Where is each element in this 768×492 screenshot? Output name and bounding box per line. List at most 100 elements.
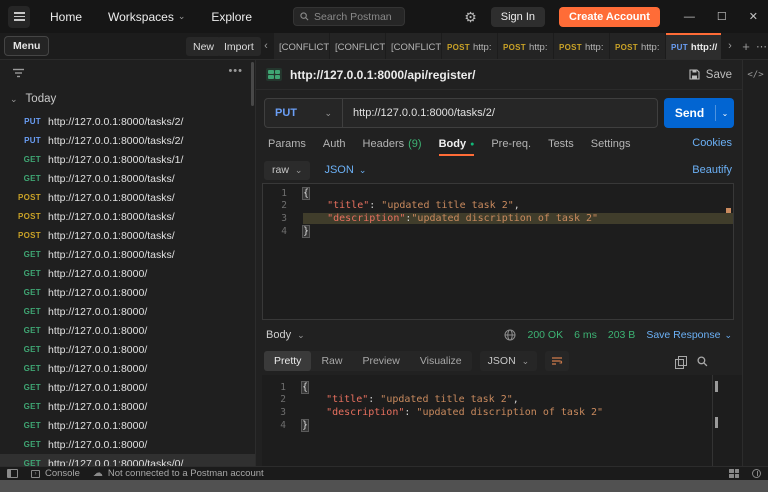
maximize-icon[interactable]: ☐ (717, 10, 727, 23)
request-tab[interactable]: POSThttp: (442, 33, 497, 59)
status-code[interactable]: 200 OK (527, 329, 563, 341)
response-format-dropdown[interactable]: JSON ⌄ (480, 351, 538, 371)
tab-options-icon[interactable]: ⋯ (754, 33, 768, 59)
tab-prereq[interactable]: Pre-req. (491, 132, 531, 156)
nav-explore[interactable]: Explore (211, 10, 252, 24)
response-size[interactable]: 203 B (608, 329, 635, 341)
history-group-today[interactable]: ⌄ Today (0, 90, 56, 108)
copy-icon[interactable] (675, 356, 685, 367)
code-line[interactable]: 3 "description": "updated discription of… (262, 406, 742, 419)
code-line[interactable]: 2 "title": "updated title task 2", (263, 200, 733, 213)
code-snippet-icon[interactable]: </> (746, 70, 766, 80)
body-format-dropdown[interactable]: JSON ⌄ (324, 164, 366, 176)
code-line[interactable]: 2 "title": "updated title task 2", (262, 394, 742, 407)
chevron-down-icon: ⌄ (295, 165, 303, 176)
scroll-tabs-left-icon[interactable]: ‹ (258, 33, 274, 59)
code-line[interactable]: 4} (263, 225, 733, 238)
history-item[interactable]: GEThttp://127.0.0.1:8000/ (0, 416, 255, 435)
close-icon[interactable]: ✕ (749, 10, 758, 23)
code-line[interactable]: 4} (262, 419, 742, 432)
history-item[interactable]: PUThttp://127.0.0.1:8000/tasks/2/ (0, 131, 255, 150)
url-input[interactable]: http://127.0.0.1:8000/tasks/2/ (343, 107, 657, 119)
tab-auth[interactable]: Auth (323, 132, 346, 156)
view-preview[interactable]: Preview (352, 351, 409, 371)
view-pretty[interactable]: Pretty (264, 351, 311, 371)
add-tab-icon[interactable]: + (738, 33, 754, 59)
history-item[interactable]: GEThttp://127.0.0.1:8000/tasks/0/ (0, 454, 255, 466)
search-response-icon[interactable] (697, 356, 708, 367)
nav-workspaces[interactable]: Workspaces (108, 10, 174, 24)
history-item[interactable]: POSThttp://127.0.0.1:8000/tasks/ (0, 226, 255, 245)
toggle-sidebar-icon[interactable] (7, 469, 18, 478)
view-raw[interactable]: Raw (311, 351, 352, 371)
history-item[interactable]: POSThttp://127.0.0.1:8000/tasks/ (0, 188, 255, 207)
tab-settings[interactable]: Settings (591, 132, 631, 156)
cookies-link[interactable]: Cookies (692, 137, 732, 149)
code-line[interactable]: 1{ (262, 381, 742, 394)
history-item[interactable]: GEThttp://127.0.0.1:8000/ (0, 321, 255, 340)
history-item[interactable]: GEThttp://127.0.0.1:8000/tasks/ (0, 169, 255, 188)
response-time[interactable]: 6 ms (574, 329, 597, 341)
history-item[interactable]: GEThttp://127.0.0.1:8000/ (0, 340, 255, 359)
body-type-dropdown[interactable]: raw ⌄ (264, 161, 310, 180)
history-url: http://127.0.0.1:8000/tasks/ (48, 249, 175, 261)
history-item[interactable]: GEThttp://127.0.0.1:8000/ (0, 397, 255, 416)
runner-icon[interactable] (729, 469, 739, 478)
wrap-lines-button[interactable] (545, 351, 569, 371)
history-item[interactable]: GEThttp://127.0.0.1:8000/ (0, 283, 255, 302)
history-item[interactable]: GEThttp://127.0.0.1:8000/ (0, 264, 255, 283)
response-body-label: Body (266, 329, 291, 341)
request-tab[interactable]: [CONFLICT (386, 33, 441, 59)
new-button[interactable]: New (186, 37, 221, 56)
method-dropdown[interactable]: PUT ⌄ (265, 99, 343, 127)
history-item[interactable]: GEThttp://127.0.0.1:8000/ (0, 359, 255, 378)
tab-headers[interactable]: Headers (9) (363, 132, 422, 156)
response-body-viewer[interactable]: 1{2 "title": "updated title task 2",3 "d… (262, 375, 742, 466)
code-line[interactable]: 3 "description":"updated discription of … (263, 212, 733, 225)
request-tab[interactable]: POSThttp: (554, 33, 609, 59)
history-item[interactable]: GEThttp://127.0.0.1:8000/tasks/ (0, 245, 255, 264)
history-item[interactable]: GEThttp://127.0.0.1:8000/ (0, 435, 255, 454)
search-input[interactable] (314, 11, 394, 23)
menu-button[interactable]: Menu (4, 36, 49, 56)
trash-icon[interactable] (752, 469, 761, 478)
create-account-button[interactable]: Create Account (559, 7, 660, 27)
sign-in-button[interactable]: Sign In (491, 7, 545, 27)
response-body-dropdown[interactable]: Body ⌄ (266, 329, 305, 341)
hamburger-menu-icon[interactable] (8, 6, 30, 28)
console-button[interactable]: › Console (31, 468, 80, 479)
sidebar-scrollbar[interactable] (251, 62, 254, 106)
history-url: http://127.0.0.1:8000/ (48, 344, 147, 356)
gear-icon[interactable]: ⚙ (464, 10, 477, 24)
history-item[interactable]: GEThttp://127.0.0.1:8000/tasks/1/ (0, 150, 255, 169)
request-tab[interactable]: [CONFLICT (330, 33, 385, 59)
view-visualize[interactable]: Visualize (410, 351, 472, 371)
request-tab[interactable]: POSThttp: (610, 33, 665, 59)
tab-tests[interactable]: Tests (548, 132, 574, 156)
history-method-badge: GET (0, 459, 48, 466)
import-button[interactable]: Import (217, 37, 261, 56)
request-tab[interactable]: PUThttp:// (666, 33, 721, 59)
request-tab[interactable]: POSThttp: (498, 33, 553, 59)
search-box[interactable] (293, 7, 405, 26)
chevron-down-icon: ⌄ (522, 356, 530, 367)
request-tab[interactable]: [CONFLICT (274, 33, 329, 59)
filter-icon[interactable] (12, 68, 25, 79)
save-response-button[interactable]: Save Response ⌄ (646, 329, 732, 341)
tab-params[interactable]: Params (268, 132, 306, 156)
history-item[interactable]: GEThttp://127.0.0.1:8000/ (0, 378, 255, 397)
code-line[interactable]: 1{ (263, 187, 733, 200)
nav-home[interactable]: Home (50, 10, 82, 24)
history-item[interactable]: PUThttp://127.0.0.1:8000/tasks/2/ (0, 112, 255, 131)
sidebar-more-icon[interactable]: ••• (228, 65, 243, 77)
tab-body[interactable]: Body ● (439, 132, 475, 156)
globe-icon[interactable] (504, 329, 516, 341)
send-button[interactable]: Send ⌄ (664, 98, 734, 128)
request-body-editor[interactable]: 1{2 "title": "updated title task 2",3 "d… (262, 183, 734, 320)
beautify-link[interactable]: Beautify (692, 164, 732, 176)
save-button[interactable]: Save (689, 69, 732, 81)
minimize-icon[interactable]: — (684, 11, 695, 23)
scroll-tabs-right-icon[interactable]: › (722, 33, 738, 59)
history-item[interactable]: POSThttp://127.0.0.1:8000/tasks/ (0, 207, 255, 226)
history-item[interactable]: GEThttp://127.0.0.1:8000/ (0, 302, 255, 321)
